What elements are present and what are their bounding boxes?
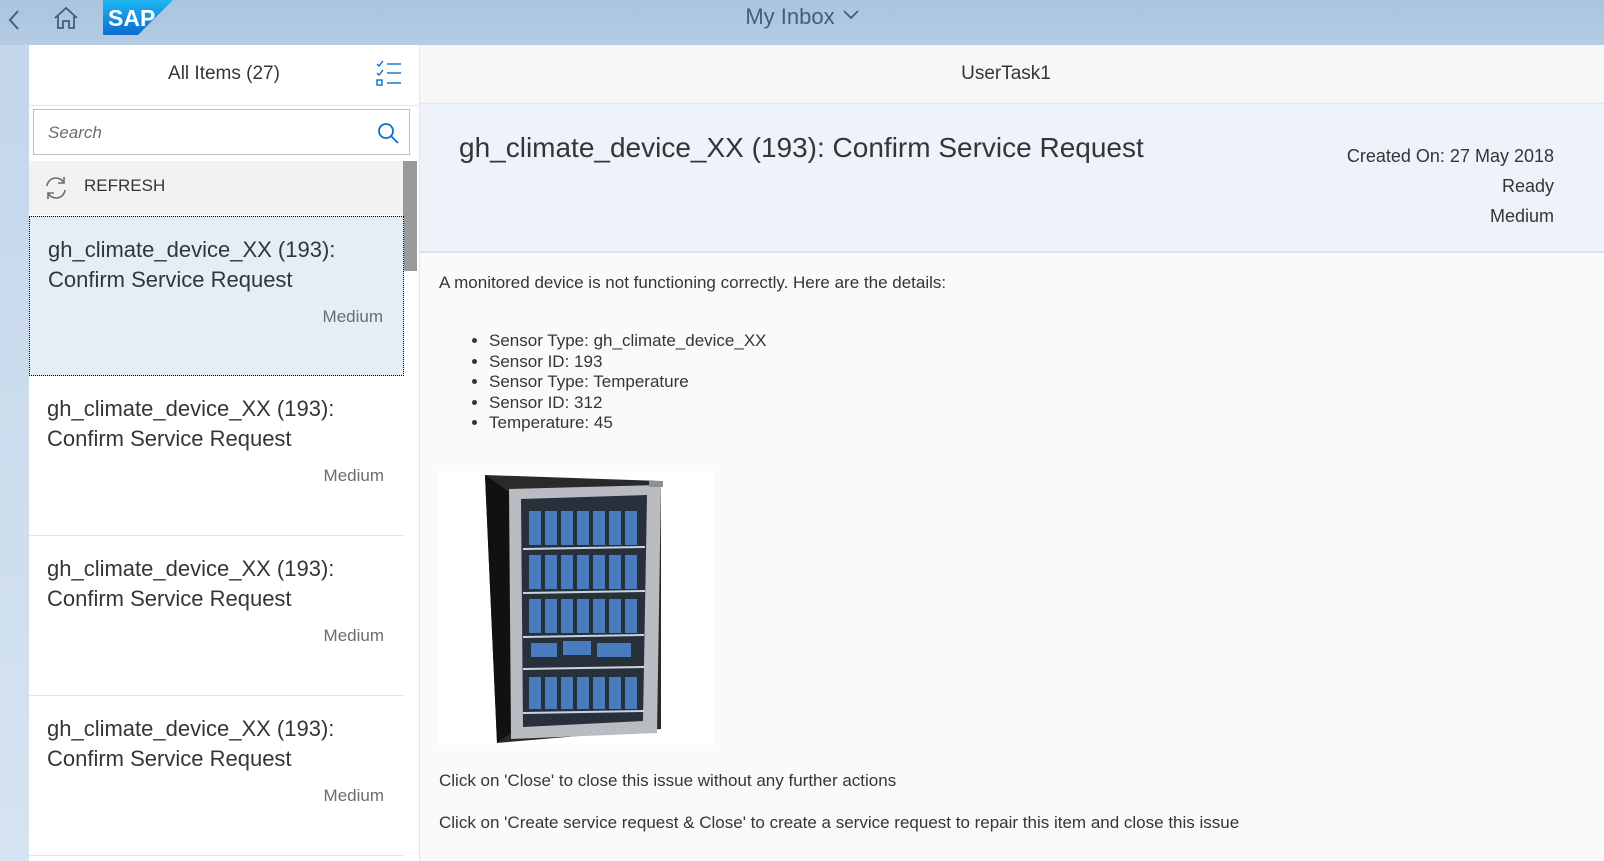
- search-field[interactable]: [33, 109, 410, 155]
- all-items-title: All Items (27): [168, 63, 280, 84]
- master-header: All Items (27): [29, 45, 419, 106]
- list-item-title: gh_climate_device_XX (193): Confirm Serv…: [47, 396, 335, 451]
- list-item[interactable]: gh_climate_device_XX (193): Confirm Serv…: [29, 376, 404, 536]
- sensor-details-list: Sensor Type: gh_climate_device_XX Sensor…: [469, 331, 767, 434]
- status-text: Ready: [1501, 176, 1554, 196]
- scrollbar-thumb[interactable]: [403, 161, 417, 271]
- list-item-priority: Medium: [322, 307, 383, 326]
- list-item-title: gh_climate_device_XX (193): Confirm Serv…: [48, 237, 336, 292]
- search-icon[interactable]: [376, 121, 400, 145]
- search-input[interactable]: [46, 118, 370, 148]
- created-on-text: Created On: 27 May 2018: [1346, 146, 1554, 166]
- list-item[interactable]: gh_climate_device_XX (193): Confirm Serv…: [29, 536, 404, 696]
- list-item[interactable]: gh_climate_device_XX (193): Confirm Serv…: [29, 216, 404, 376]
- sensor-detail-item: Sensor ID: 312: [489, 393, 767, 414]
- sensor-detail-item: Sensor ID: 193: [489, 352, 767, 373]
- list-item[interactable]: gh_climate_device_XX (193): Confirm Serv…: [29, 696, 404, 856]
- object-header: gh_climate_device_XX (193): Confirm Serv…: [420, 104, 1604, 253]
- detail-header-bar: UserTask1: [420, 45, 1604, 104]
- refresh-label: REFRESH: [84, 176, 166, 195]
- list-scrollbar[interactable]: [403, 161, 419, 861]
- multi-select-icon[interactable]: [375, 60, 403, 88]
- list-item-priority: Medium: [323, 466, 384, 485]
- list-item-priority: Medium: [323, 626, 384, 645]
- close-instruction: Click on 'Close' to close this issue wit…: [439, 771, 897, 790]
- sensor-detail-item: Sensor Type: gh_climate_device_XX: [489, 331, 767, 352]
- object-attributes: Created On: 27 May 2018 Ready Medium: [1347, 141, 1554, 231]
- create-service-request-instruction: Click on 'Create service request & Close…: [439, 813, 1240, 832]
- refresh-button[interactable]: REFRESH: [29, 161, 404, 215]
- chevron-down-icon[interactable]: [842, 10, 859, 20]
- refresh-icon: [46, 177, 66, 199]
- sensor-detail-item: Temperature: 45: [489, 413, 767, 434]
- object-title: gh_climate_device_XX (193): Confirm Serv…: [459, 132, 1144, 163]
- app-title[interactable]: My Inbox: [0, 4, 1604, 30]
- beverage-cooler-image: [439, 471, 713, 745]
- priority-text: Medium: [1489, 206, 1554, 226]
- shell-bar: SAP My Inbox: [0, 0, 1604, 45]
- app-title-label: My Inbox: [745, 4, 835, 29]
- master-list-panel: All Items (27) REFRESH gh_climate: [29, 45, 420, 861]
- list-item-title: gh_climate_device_XX (193): Confirm Serv…: [47, 716, 335, 771]
- sensor-detail-item: Sensor Type: Temperature: [489, 372, 767, 393]
- task-list: gh_climate_device_XX (193): Confirm Serv…: [29, 216, 404, 856]
- left-edge-background: [0, 45, 29, 861]
- detail-panel: UserTask1 gh_climate_device_XX (193): Co…: [420, 45, 1604, 861]
- task-description: A monitored device is not functioning co…: [439, 273, 947, 292]
- page-title: UserTask1: [961, 63, 1051, 84]
- list-item-title: gh_climate_device_XX (193): Confirm Serv…: [47, 556, 335, 611]
- list-item-priority: Medium: [323, 786, 384, 805]
